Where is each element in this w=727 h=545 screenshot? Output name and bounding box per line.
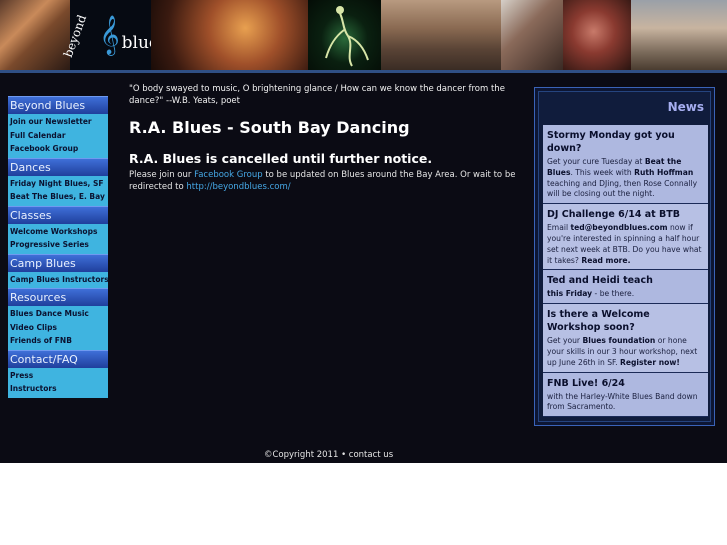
embrace-photo (563, 0, 631, 70)
news-item-text: Get your (547, 336, 583, 346)
nav-link-full-calendar[interactable]: Full Calendar (10, 129, 108, 143)
nav-items: Join our Newsletter Full Calendar Facebo… (8, 114, 108, 158)
news-heading: News (667, 100, 704, 114)
nav-heading[interactable]: Camp Blues (8, 253, 108, 272)
news-item-heading[interactable]: Ted and Heidi teach (547, 274, 704, 287)
sidebar-nav: Beyond Blues Join our Newsletter Full Ca… (8, 96, 109, 398)
nav-heading[interactable]: Dances (8, 157, 108, 176)
news-item-body: this Friday - be there. (547, 289, 704, 300)
news-item: Ted and Heidi teach this Friday - be ther… (543, 270, 708, 305)
cancellation-notice: R.A. Blues is cancelled until further no… (129, 151, 433, 166)
news-item-emphasis[interactable]: this Friday (547, 289, 592, 298)
swing-couple-photo (501, 0, 563, 70)
nav-link-friday-night-blues[interactable]: Friday Night Blues, SF (10, 177, 108, 191)
news-item-body: with the Harley-White Blues Band down fr… (547, 392, 704, 414)
dancer-silhouette-icon (325, 6, 369, 67)
nav-group-resources: Resources Blues Dance Music Video Clips … (8, 288, 108, 350)
group-photo (631, 0, 727, 70)
news-item-emphasis[interactable]: Read more. (581, 256, 630, 265)
nav-link-progressive-series[interactable]: Progressive Series (10, 238, 108, 252)
nav-link-blues-dance-music[interactable]: Blues Dance Music (10, 307, 108, 321)
page: beyond 𝄞 blues Beyond Blues Join our New… (0, 0, 727, 545)
nav-items: Blues Dance Music Video Clips Friends of… (8, 306, 108, 350)
dancer-silhouette-photo (308, 0, 381, 70)
nav-heading[interactable]: Contact/FAQ (8, 349, 108, 368)
dance-hall-photo (381, 0, 501, 70)
contact-us-link[interactable]: contact us (349, 450, 393, 460)
news-item-text: Email (547, 223, 571, 233)
nav-group-dances: Dances Friday Night Blues, SF Beat The B… (8, 157, 108, 206)
nav-heading[interactable]: Classes (8, 205, 108, 224)
nav-link-beat-the-blues[interactable]: Beat The Blues, E. Bay (10, 190, 108, 204)
footer: ©Copyright 2011 • contact us (264, 450, 393, 460)
news-item: DJ Challenge 6/14 at BTB Email ted@beyond… (543, 204, 708, 271)
news-item-text: teaching and DJing, then Rose Connally w… (547, 178, 698, 199)
news-item: FNB Live! 6/24 with the Harley-White Blue… (543, 372, 708, 418)
copyright-text: ©Copyright 2011 (264, 450, 339, 460)
nav-group-camp-blues: Camp Blues Camp Blues Instructors (8, 253, 109, 288)
news-panel-inner: News Stormy Monday got you down? Get your… (538, 91, 711, 422)
news-item-body: Get your cure Tuesday at Beat the Blues.… (547, 157, 704, 200)
nav-items: Camp Blues Instructors (8, 271, 109, 288)
news-item-heading[interactable]: DJ Challenge 6/14 at BTB (547, 208, 704, 221)
nav-link-press[interactable]: Press (10, 369, 108, 383)
news-item-body: Email ted@beyondblues.com now if you're … (547, 223, 704, 266)
nav-link-newsletter[interactable]: Join our Newsletter (10, 115, 108, 129)
news-item-heading[interactable]: Is there a Welcome Workshop soon? (547, 308, 704, 334)
message-text: Please join our (129, 170, 195, 180)
yeats-quote: "O body swayed to music, O brightening g… (129, 84, 505, 106)
news-item-emphasis[interactable]: Blues foundation (582, 336, 655, 345)
nav-items: Friday Night Blues, SF Beat The Blues, E… (8, 175, 108, 206)
footer-separator: • (338, 450, 349, 460)
guitarist-photo (151, 0, 308, 70)
news-item: Stormy Monday got you down? Get your cure… (543, 125, 708, 205)
nav-heading[interactable]: Resources (8, 288, 108, 306)
nav-link-facebook-group[interactable]: Facebook Group (10, 142, 108, 156)
nav-heading[interactable]: Beyond Blues (8, 96, 108, 114)
nav-items: Press Instructors (8, 367, 108, 398)
logo[interactable]: beyond 𝄞 blues (61, 0, 168, 70)
news-list: Stormy Monday got you down? Get your cure… (543, 125, 708, 418)
nav-group-contact: Contact/FAQ Press Instructors (8, 349, 108, 398)
news-item-heading[interactable]: Stormy Monday got you down? (547, 129, 704, 155)
news-item-text: - be there. (592, 289, 635, 299)
nav-link-welcome-workshops[interactable]: Welcome Workshops (10, 225, 108, 239)
redirect-message: Please join our Facebook Group to be upd… (129, 169, 519, 193)
nav-group-classes: Classes Welcome Workshops Progressive Se… (8, 205, 108, 254)
nav-group-beyond-blues: Beyond Blues Join our Newsletter Full Ca… (8, 96, 108, 158)
news-item: Is there a Welcome Workshop soon? Get you… (543, 304, 708, 373)
nav-link-instructors[interactable]: Instructors (10, 382, 108, 396)
news-item-body: Get your Blues foundation or hone your s… (547, 336, 704, 368)
news-item-text: Get your cure Tuesday at (547, 157, 645, 166)
news-panel: News Stormy Monday got you down? Get your… (534, 87, 715, 426)
nav-link-camp-instructors[interactable]: Camp Blues Instructors (10, 273, 109, 287)
page-title: R.A. Blues - South Bay Dancing (129, 118, 410, 137)
news-item-text: with the Harley-White Blues Band down fr… (547, 391, 698, 412)
nav-link-video-clips[interactable]: Video Clips (10, 321, 108, 335)
header-banner: beyond 𝄞 blues (0, 0, 727, 70)
nav-link-friends-of-fnb[interactable]: Friends of FNB (10, 334, 108, 348)
news-item-text: . This week with (570, 167, 635, 177)
facebook-group-link[interactable]: Facebook Group (194, 170, 263, 180)
nav-items: Welcome Workshops Progressive Series (8, 223, 108, 254)
redirect-link[interactable]: http://beyondblues.com/ (186, 182, 290, 192)
logo-text-beyond: beyond (61, 12, 90, 60)
news-item-emphasis[interactable]: ted@beyondblues.com (570, 223, 667, 232)
news-item-heading[interactable]: FNB Live! 6/24 (547, 377, 704, 390)
news-item-emphasis[interactable]: Ruth Hoffman (634, 168, 693, 177)
clef-icon: 𝄞 (99, 15, 120, 55)
news-item-emphasis[interactable]: Register now! (620, 358, 680, 367)
